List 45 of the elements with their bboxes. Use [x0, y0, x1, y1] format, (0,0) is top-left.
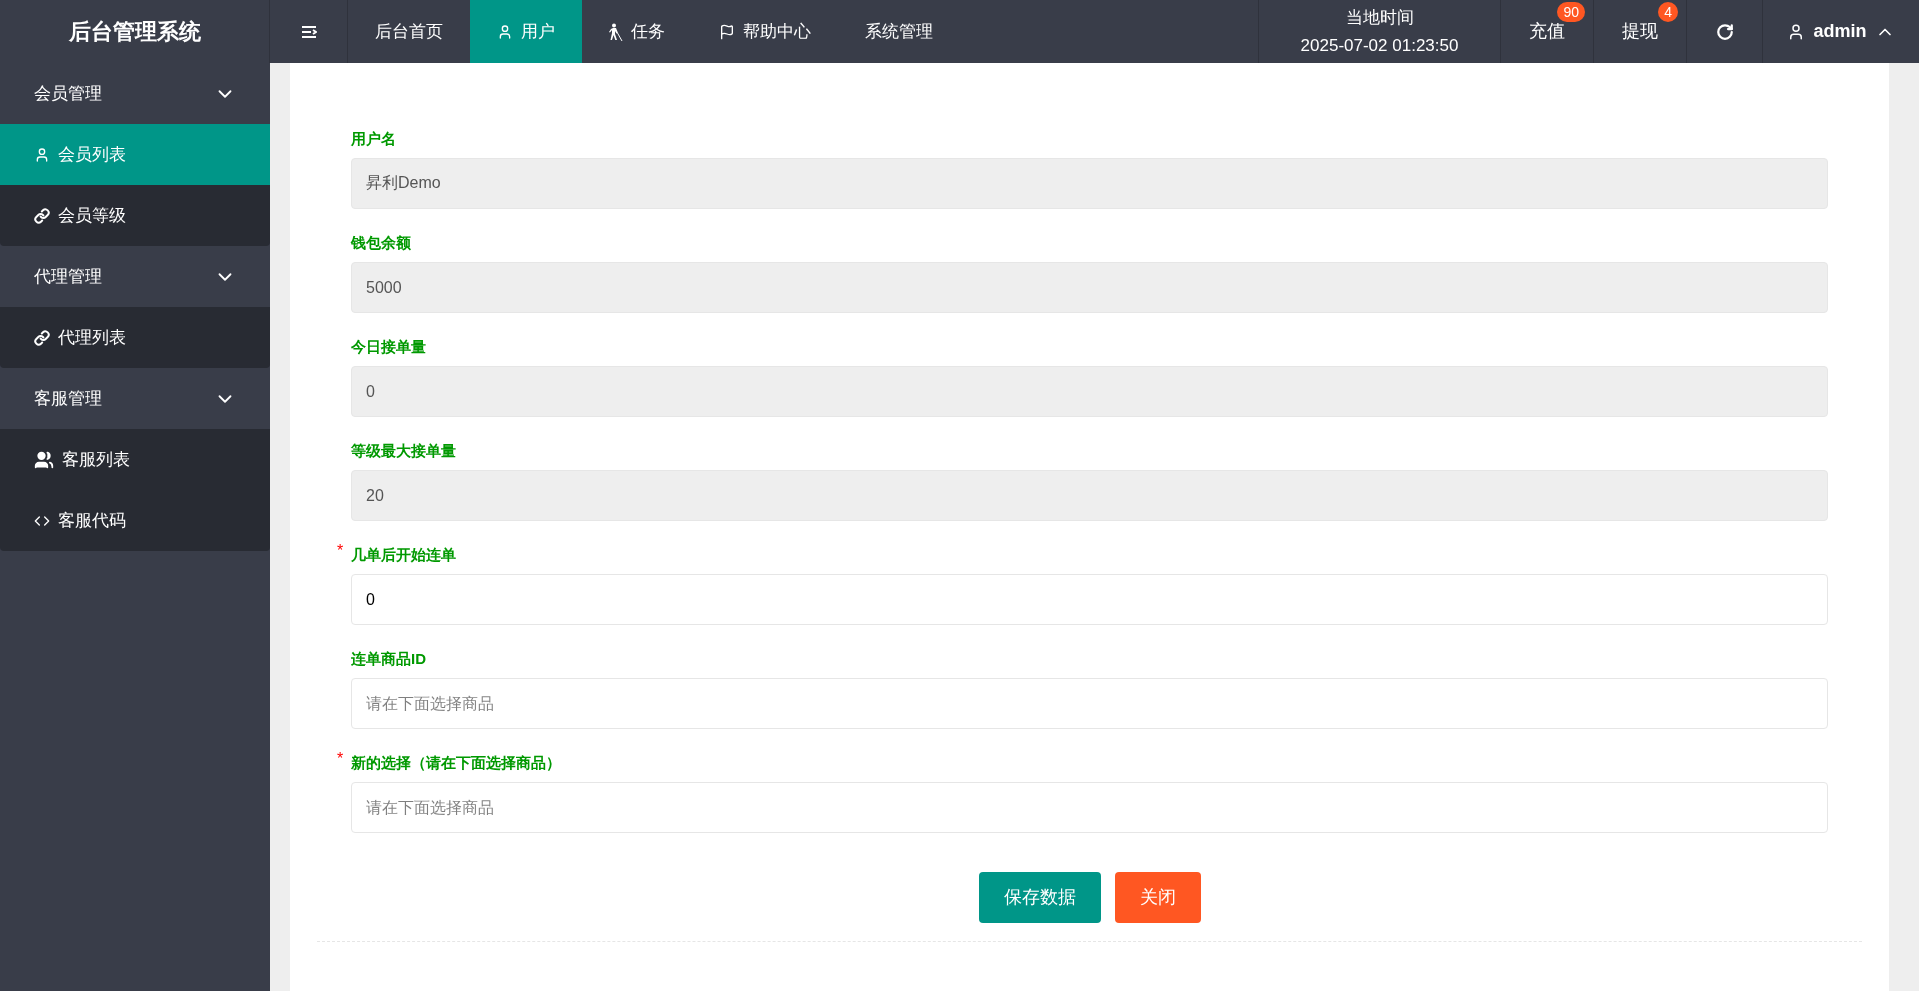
flag-icon	[719, 23, 735, 40]
field-label: 连单商品ID	[351, 649, 426, 670]
sidebar-group[interactable]: 代理管理	[0, 246, 270, 307]
nav-tab[interactable]: 帮助中心	[692, 0, 838, 63]
users-icon	[34, 449, 54, 470]
required-mark: *	[337, 541, 344, 561]
clock-label: 当地时间	[1345, 6, 1414, 29]
input-field[interactable]: 请在下面选择商品	[351, 678, 1828, 729]
field-label: 几单后开始连单	[351, 545, 456, 566]
input-field[interactable]: 0	[351, 366, 1828, 417]
person-with-cane-icon	[609, 22, 623, 41]
sidebar-item[interactable]: 会员列表	[0, 124, 270, 185]
sidebar-group[interactable]: 会员管理	[0, 63, 270, 124]
field-label: 今日接单量	[351, 337, 426, 358]
field-label: 新的选择（请在下面选择商品）	[351, 753, 561, 774]
input-field[interactable]: 0	[351, 574, 1828, 625]
sidebar-item[interactable]: 客服代码	[0, 490, 270, 551]
nav-tab[interactable]: 用户	[470, 0, 582, 63]
app-title: 后台管理系统	[68, 18, 201, 46]
nav-tab[interactable]: 后台首页	[348, 0, 470, 63]
user-icon	[497, 23, 513, 40]
nav-tab[interactable]: 系统管理	[838, 0, 960, 63]
user-icon	[34, 146, 50, 163]
count-badge: 4	[1658, 2, 1678, 22]
count-badge: 90	[1557, 2, 1585, 22]
sidebar-item[interactable]: 客服列表	[0, 429, 270, 490]
nav-tab[interactable]: 任务	[582, 0, 692, 63]
required-mark: *	[337, 749, 344, 769]
input-field[interactable]: 昇利Demo	[351, 158, 1828, 209]
nav-link[interactable]: 提现	[1622, 18, 1658, 45]
menu-icon	[300, 24, 317, 39]
clock-time: 2025-07-02 01:23:50	[1300, 34, 1459, 57]
sidebar-group[interactable]: 客服管理	[0, 368, 270, 429]
form-button[interactable]: 保存数据	[978, 872, 1101, 923]
link-icon	[34, 207, 50, 224]
input-field[interactable]: 5000	[351, 262, 1828, 313]
sidebar-item[interactable]: 代理列表	[0, 307, 270, 368]
field-label: 钱包余额	[351, 233, 411, 254]
sidebar-item[interactable]: 会员等级	[0, 185, 270, 246]
field-label: 等级最大接单量	[351, 441, 456, 462]
field-label: 用户名	[351, 129, 396, 150]
refresh-icon	[1715, 22, 1734, 41]
input-field[interactable]: 20	[351, 470, 1828, 521]
input-field[interactable]: 请在下面选择商品	[351, 782, 1828, 833]
link-icon	[34, 329, 50, 346]
